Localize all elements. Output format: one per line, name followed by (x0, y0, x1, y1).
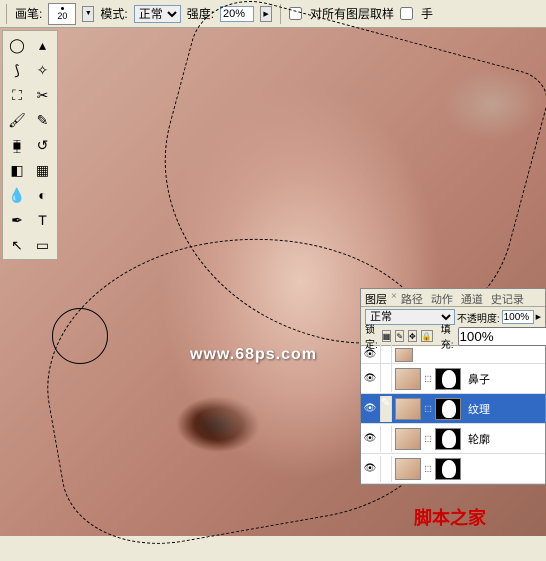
url-watermark: www.68ps.com (190, 346, 317, 364)
tab-paths[interactable]: 路径 (397, 289, 427, 306)
panel-tabs: 图层 × 路径 动作 通道 史记录 (361, 289, 545, 307)
stamp-tool-icon[interactable]: ⧯ (5, 133, 29, 157)
tab-channels[interactable]: 通道 (457, 289, 487, 306)
brush-tool-icon[interactable]: 🖌 (5, 108, 29, 132)
visibility-icon[interactable]: 👁 (363, 462, 377, 476)
site-watermark: 脚本之家 (414, 504, 486, 530)
opacity-input[interactable] (502, 310, 534, 324)
link-cell[interactable] (380, 456, 392, 482)
type-tool-icon[interactable]: T (31, 208, 55, 232)
layers-panel: 图层 × 路径 动作 通道 史记录 正常 不透明度: ▶ 锁定: ▦ ✎ ✥ 🔒… (360, 288, 546, 485)
blur-tool-icon[interactable]: 💧 (5, 183, 29, 207)
tab-history[interactable]: 史记录 (487, 289, 528, 306)
brush-label: 画笔: (15, 5, 42, 22)
layer-row[interactable]: 👁 ⬚ (361, 454, 545, 484)
layer-mask-thumbnail[interactable] (435, 458, 461, 480)
tools-palette: ◯ ▴ ⟆ ✧ ⛶ ✂ 🖌 ✎ ⧯ ↺ ◧ ▦ 💧 ◐ ✒ T ↖ ▭ (2, 30, 58, 260)
brush-dropdown-icon[interactable]: ▼ (82, 6, 94, 22)
pencil-tool-icon[interactable]: ✎ (31, 108, 55, 132)
opacity-label: 不透明度: (457, 310, 500, 325)
tab-actions[interactable]: 动作 (427, 289, 457, 306)
layer-thumbnail (395, 458, 421, 480)
link-cell[interactable] (380, 342, 392, 368)
mask-link-icon[interactable]: ⬚ (424, 404, 432, 413)
crop-tool-icon[interactable]: ⛶ (5, 83, 29, 107)
mask-link-icon[interactable]: ⬚ (424, 464, 432, 473)
link-cell[interactable] (380, 426, 392, 452)
visibility-icon[interactable]: 👁 (363, 372, 377, 386)
eraser-tool-icon[interactable]: ◧ (5, 158, 29, 182)
blend-mode-select[interactable]: 正常 (134, 5, 181, 23)
pen-tool-icon[interactable]: ✒ (5, 208, 29, 232)
wand-tool-icon[interactable]: ✧ (31, 58, 55, 82)
mode-label: 模式: (100, 5, 127, 22)
layer-row[interactable]: 👁 ⬚ 轮廓 (361, 424, 545, 454)
lock-label: 锁定: (365, 321, 378, 351)
layer-name[interactable]: 鼻子 (464, 371, 490, 387)
layer-mask-thumbnail[interactable] (435, 428, 461, 450)
lasso-tool-icon[interactable]: ⟆ (5, 58, 29, 82)
visibility-icon[interactable]: 👁 (363, 432, 377, 446)
brush-dot-icon (61, 7, 64, 10)
layer-name[interactable]: 轮廓 (464, 431, 490, 447)
lock-all-icon[interactable]: 🔒 (421, 330, 433, 342)
layer-row[interactable]: 👁 ⬚ 鼻子 (361, 364, 545, 394)
shape-tool-icon[interactable]: ▭ (31, 233, 55, 257)
layer-list: 👁 👁 ⬚ 鼻子 👁 ✎ ⬚ 纹理 👁 ⬚ 轮廓 (361, 345, 545, 484)
path-select-tool-icon[interactable]: ↖ (5, 233, 29, 257)
tab-layers[interactable]: 图层 (361, 289, 391, 306)
dodge-tool-icon[interactable]: ◐ (31, 183, 55, 207)
layer-thumbnail (395, 368, 421, 390)
layer-name[interactable]: 纹理 (464, 401, 490, 417)
layer-thumbnail (395, 428, 421, 450)
brush-preset-picker[interactable]: 20 (48, 3, 76, 25)
lock-transparency-icon[interactable]: ▦ (382, 330, 392, 342)
history-brush-tool-icon[interactable]: ↺ (31, 133, 55, 157)
fill-label: 填充: (441, 321, 454, 351)
visibility-icon[interactable]: 👁 (363, 402, 377, 416)
layer-row[interactable]: 👁 ✎ ⬚ 纹理 (361, 394, 545, 424)
marquee-tool-icon[interactable]: ◯ (5, 33, 29, 57)
link-cell[interactable] (380, 366, 392, 392)
layer-thumbnail (395, 398, 421, 420)
brush-cursor-circle (52, 308, 108, 364)
link-cell[interactable]: ✎ (380, 396, 392, 422)
layer-mask-thumbnail[interactable] (435, 398, 461, 420)
gradient-tool-icon[interactable]: ▦ (31, 158, 55, 182)
fill-input[interactable] (458, 327, 546, 346)
lock-position-icon[interactable]: ✥ (408, 330, 417, 342)
lock-paint-icon[interactable]: ✎ (395, 330, 404, 342)
move-tool-icon[interactable]: ▴ (31, 33, 55, 57)
layer-mask-thumbnail[interactable] (435, 368, 461, 390)
finger-checkbox[interactable] (400, 7, 413, 20)
mask-link-icon[interactable]: ⬚ (424, 374, 432, 383)
slice-tool-icon[interactable]: ✂ (31, 83, 55, 107)
visibility-icon[interactable]: 👁 (363, 348, 377, 362)
brush-size-value: 20 (57, 11, 67, 21)
layer-thumbnail (395, 348, 413, 362)
finger-label: 手 (421, 5, 433, 22)
mask-link-icon[interactable]: ⬚ (424, 434, 432, 443)
separator (6, 4, 7, 24)
